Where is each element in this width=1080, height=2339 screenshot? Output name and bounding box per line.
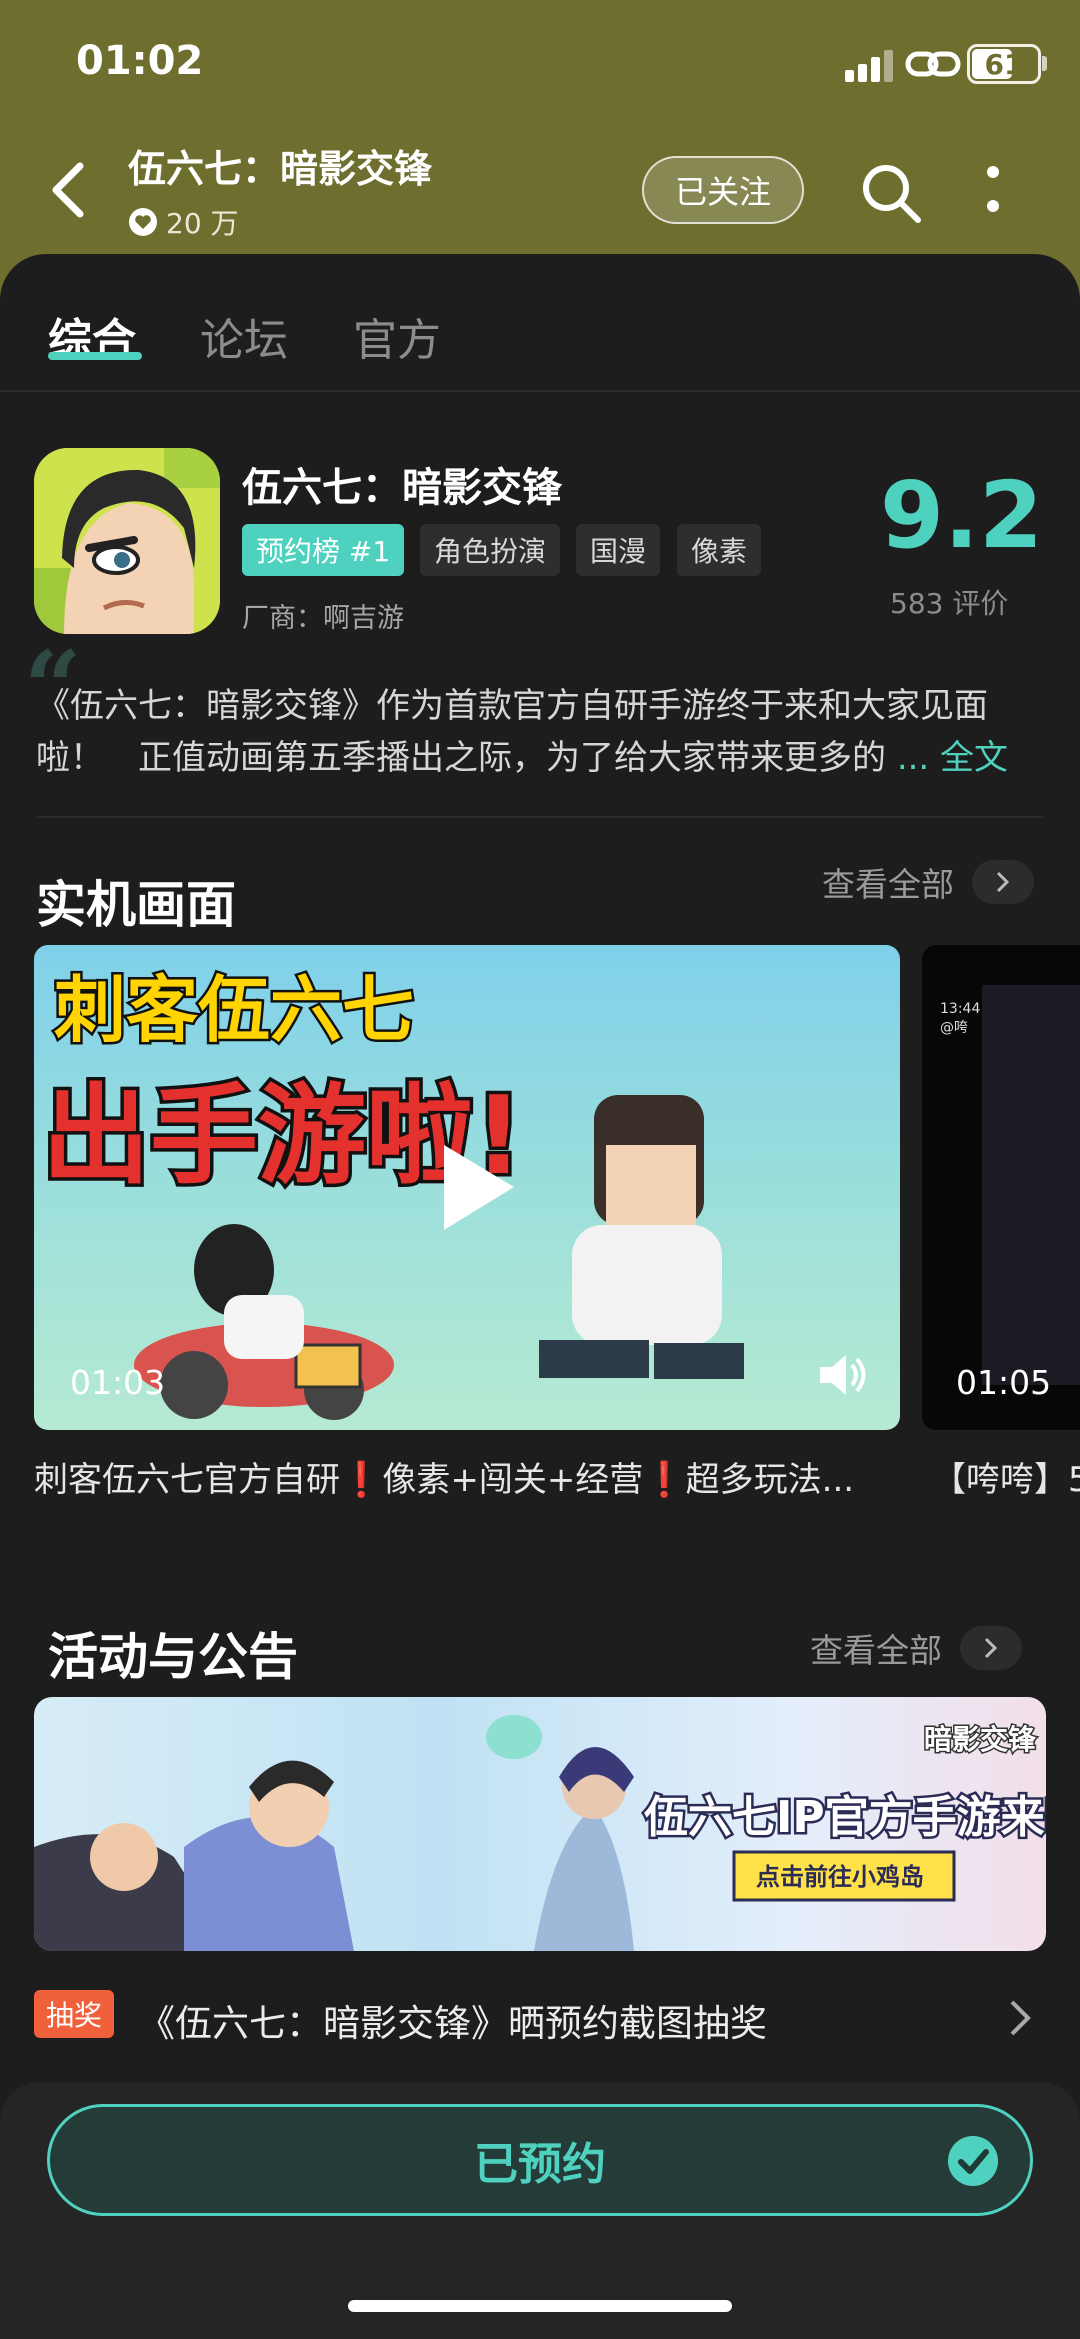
video-duration-2: 01:05 — [956, 1363, 1052, 1402]
chevron-right-icon[interactable] — [1008, 1998, 1032, 2038]
tag-rank[interactable]: 预约榜 #1 — [242, 524, 405, 576]
follower-count: 20 万 — [128, 202, 239, 242]
vendor-label: 厂商：啊吉游 — [242, 603, 404, 634]
check-icon — [948, 2136, 998, 2186]
tab-forum[interactable]: 论坛 — [200, 304, 288, 368]
event-banner[interactable]: 伍六七IP官方手游来啦 点击前往小鸡岛 暗影交锋 — [34, 1697, 1046, 1951]
read-more-link[interactable]: ... 全文 — [897, 738, 1008, 778]
chevron-right-icon — [972, 860, 1034, 904]
home-indicator[interactable] — [348, 2300, 732, 2312]
section-title-screens: 实机画面 — [36, 876, 236, 934]
tag-pixel[interactable]: 像素 — [677, 524, 762, 576]
banner-logo: 暗影交锋 — [924, 1723, 1037, 1756]
see-all-label: 查看全部 — [822, 865, 954, 904]
description-text: 《伍六七：暗影交锋》作为首款官方自研手游终于来和大家见面啦！ 正值动画第五季播出… — [36, 686, 988, 778]
page-title: 伍六七：暗影交锋 — [128, 147, 433, 191]
video-caption-2[interactable]: 【咵咵】5 — [932, 1452, 1080, 1501]
video2-art-text: 13:44 @咵 — [940, 1001, 981, 1036]
see-all-screens[interactable]: 查看全部 — [822, 858, 1034, 906]
banner-headline: 伍六七IP官方手游来啦 — [644, 1792, 1046, 1843]
see-all-events[interactable]: 查看全部 — [810, 1624, 1022, 1672]
status-time: 01:02 — [76, 38, 204, 84]
back-arrow-icon[interactable] — [46, 160, 90, 220]
cellular-signal-icon — [845, 50, 895, 82]
rating-score: 9.2 — [880, 462, 1043, 569]
tag-guoman[interactable]: 国漫 — [576, 524, 661, 576]
video-thumbnail-2[interactable]: 13:44 @咵 01:05 — [922, 945, 1080, 1430]
more-options-icon[interactable] — [982, 162, 1004, 218]
battery-tip — [1042, 56, 1047, 71]
lottery-badge: 抽奖 — [34, 1990, 115, 2038]
battery-level: 61 — [984, 48, 1024, 81]
video2-dark-panel — [982, 985, 1080, 1385]
see-all-label: 查看全部 — [810, 1631, 942, 1670]
tab-bar: 综合 论坛 官方 — [0, 254, 1080, 392]
follower-count-text: 20 万 — [166, 207, 239, 240]
rating-count: 583 评价 — [890, 587, 1009, 620]
banner-artwork: 伍六七IP官方手游来啦 点击前往小鸡岛 暗影交锋 — [34, 1715, 1046, 1951]
volume-icon[interactable] — [818, 1353, 868, 1397]
app-icon[interactable] — [34, 448, 220, 634]
section-title-events: 活动与公告 — [48, 1628, 298, 1686]
app-description[interactable]: 《伍六七：暗影交锋》作为首款官方自研手游终于来和大家见面啦！ 正值动画第五季播出… — [36, 680, 1046, 784]
art-line1: 刺客伍六七 — [54, 968, 414, 1052]
hotspot-link-icon — [905, 51, 961, 77]
video-thumbnail-1[interactable]: 刺客伍六七 出手游啦! 01:03 — [34, 945, 900, 1430]
video-artwork: 刺客伍六七 出手游啦! — [39, 966, 744, 1420]
reserved-button[interactable]: 已预约 — [47, 2104, 1033, 2216]
banner-subline: 点击前往小鸡岛 — [756, 1863, 924, 1891]
app-name: 伍六七：暗影交锋 — [242, 465, 562, 511]
active-tab-indicator — [48, 352, 142, 360]
search-icon[interactable] — [858, 160, 924, 226]
chevron-right-icon — [960, 1626, 1022, 1670]
event-item-title[interactable]: 《伍六七：暗影交锋》晒预约截图抽奖 — [138, 1993, 767, 2047]
divider — [36, 816, 1044, 818]
video-caption-1[interactable]: 刺客伍六七官方自研❗像素+闯关+经营❗超多玩法... — [34, 1452, 854, 1501]
tab-official[interactable]: 官方 — [353, 304, 441, 368]
follow-button[interactable]: 已关注 — [642, 156, 804, 224]
battery-icon: 61 — [967, 44, 1041, 84]
tag-roleplay[interactable]: 角色扮演 — [420, 524, 561, 576]
video-duration: 01:03 — [70, 1363, 166, 1402]
heart-icon — [129, 208, 157, 236]
